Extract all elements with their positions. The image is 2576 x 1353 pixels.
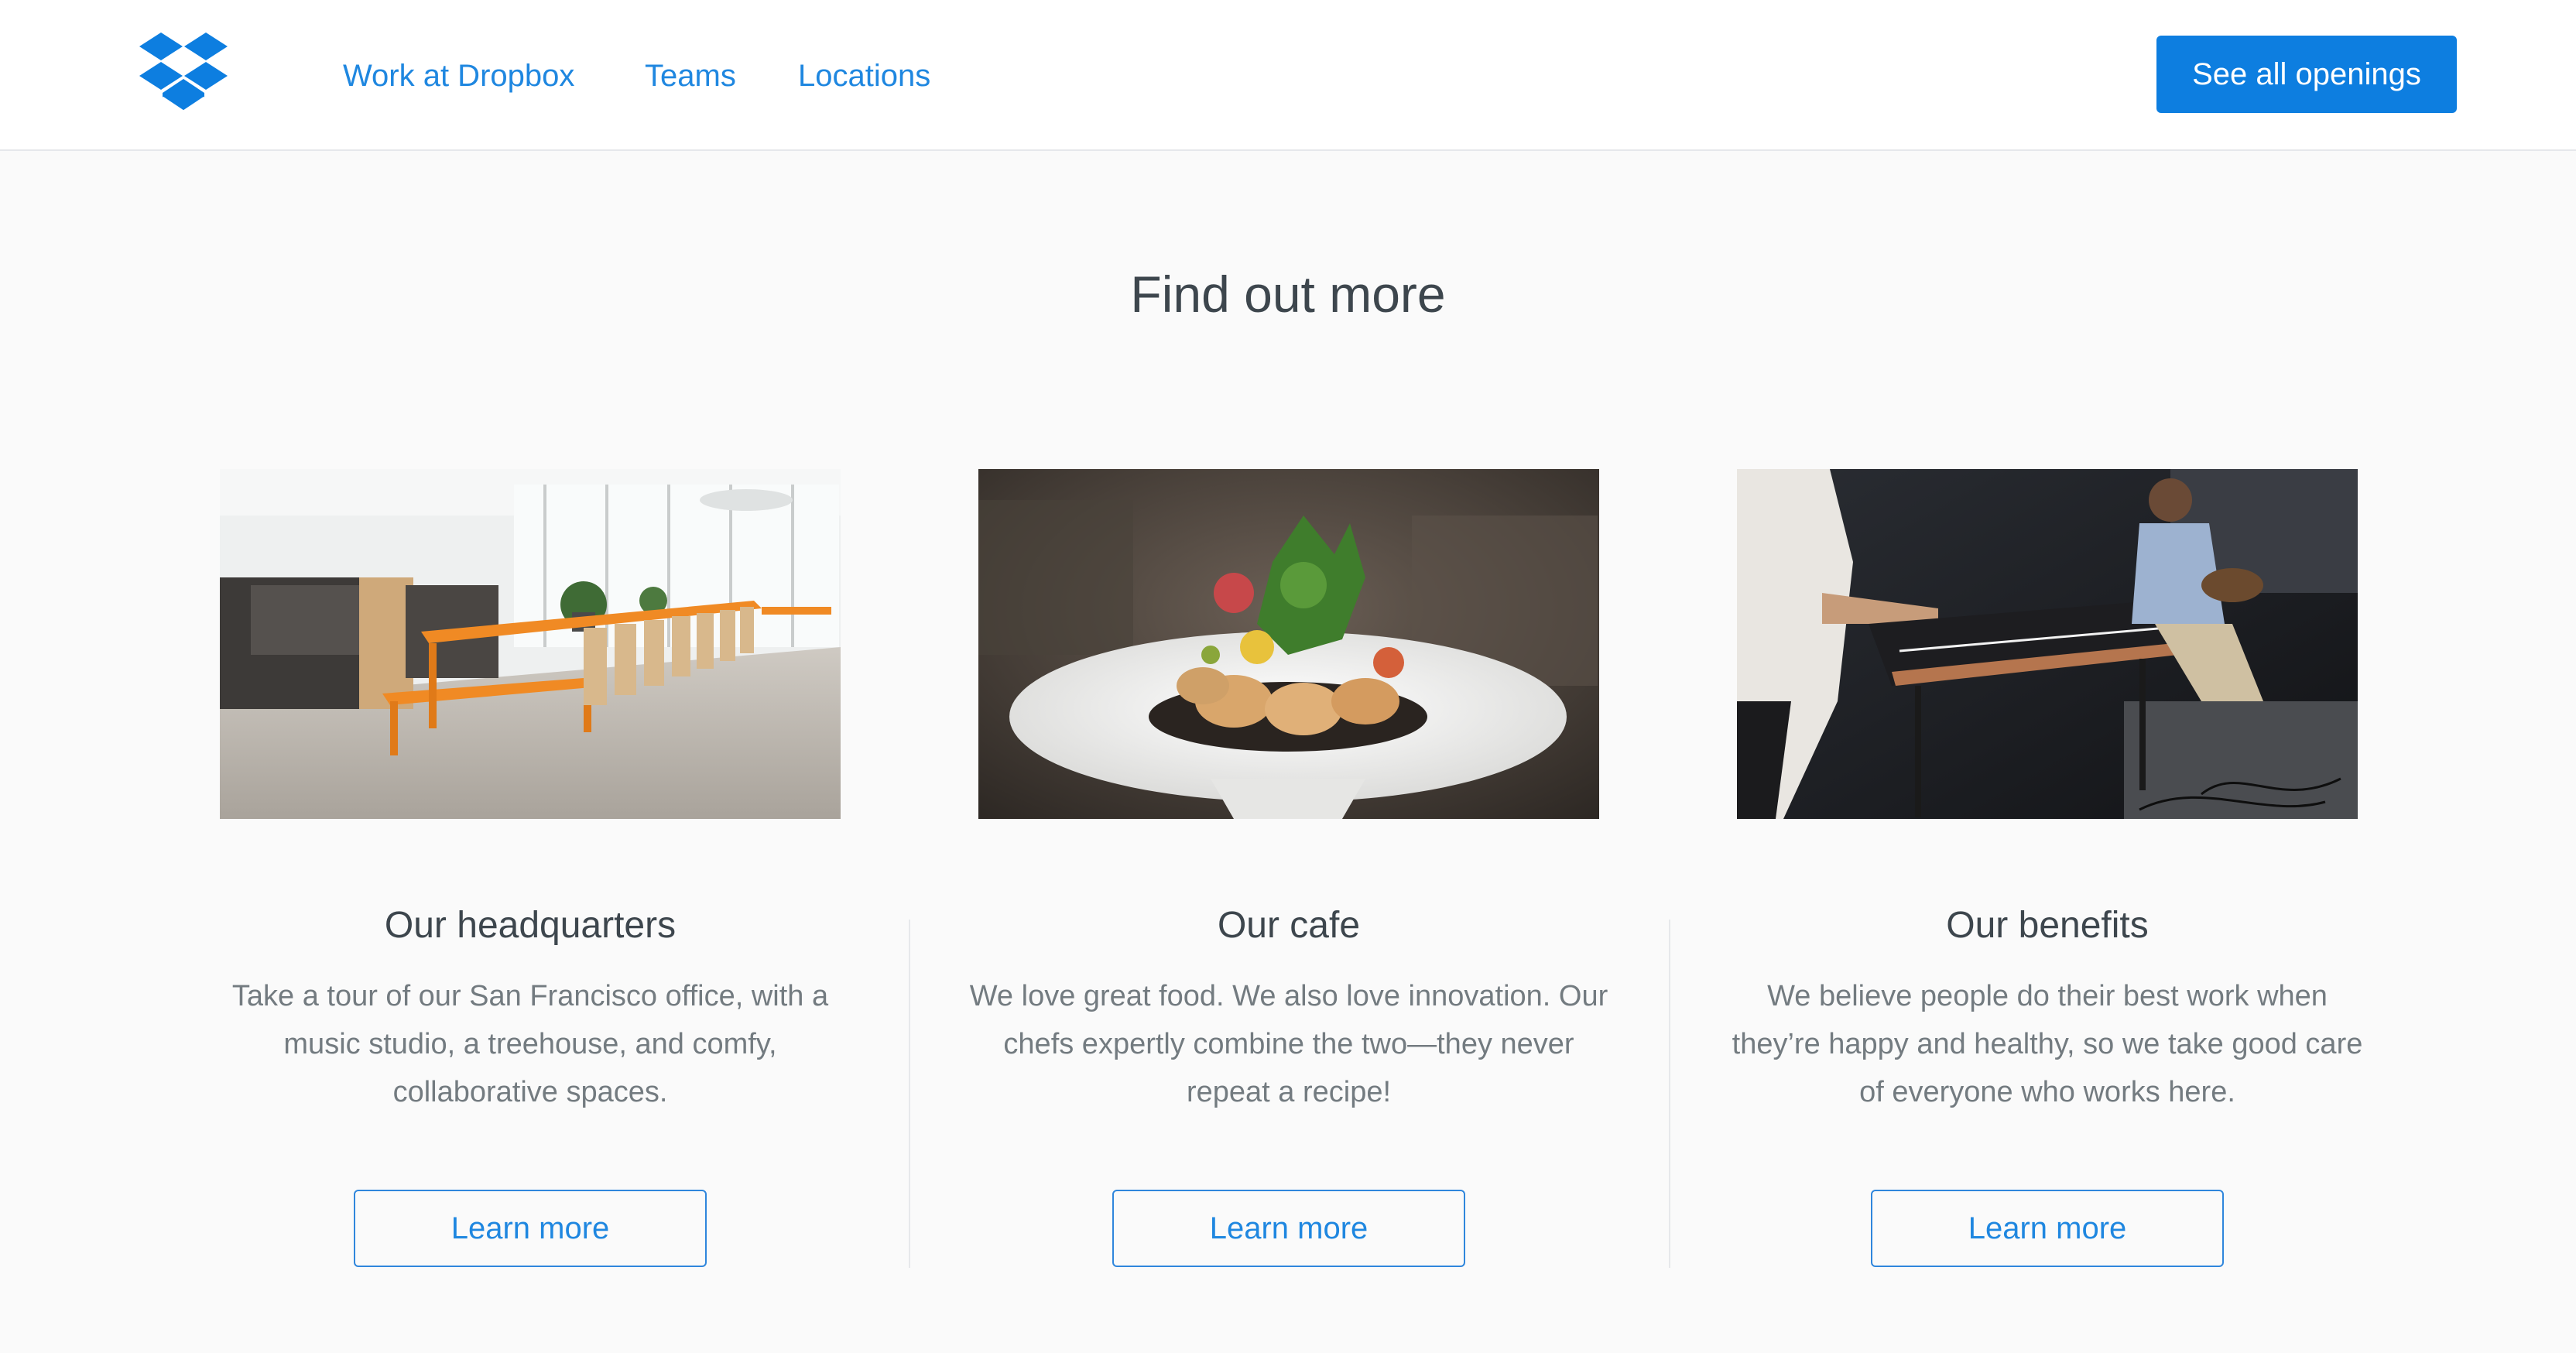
card-cafe: Our cafe We love great food. We also lov… xyxy=(970,469,1608,1267)
site-header: Work at Dropbox Teams Locations See all … xyxy=(0,0,2576,151)
nav-work-at-dropbox[interactable]: Work at Dropbox xyxy=(343,57,574,94)
card-description: We believe people do their best work whe… xyxy=(1732,980,2363,1108)
card-title: Our benefits xyxy=(1946,905,2149,946)
learn-more-button[interactable]: Learn more xyxy=(354,1190,707,1267)
learn-more-button[interactable]: Learn more xyxy=(1871,1190,2224,1267)
see-all-openings-button[interactable]: See all openings xyxy=(2156,36,2457,113)
office-photo xyxy=(220,469,841,819)
dropbox-logo-icon[interactable] xyxy=(138,31,229,118)
card-title: Our cafe xyxy=(1217,905,1361,946)
card-headquarters: Our headquarters Take a tour of our San … xyxy=(220,469,841,1267)
column-divider xyxy=(1669,920,1670,1268)
card-benefits: Our benefits We believe people do their … xyxy=(1732,469,2362,1267)
section-title: Find out more xyxy=(1130,265,1446,323)
music-photo xyxy=(1737,469,2358,819)
card-description: We love great food. We also love innovat… xyxy=(969,980,1608,1108)
nav-teams[interactable]: Teams xyxy=(645,57,736,94)
column-divider xyxy=(909,920,910,1268)
card-description: Take a tour of our San Francisco office,… xyxy=(231,980,829,1108)
card-title: Our headquarters xyxy=(384,905,677,946)
learn-more-button[interactable]: Learn more xyxy=(1112,1190,1465,1267)
nav-locations[interactable]: Locations xyxy=(798,57,930,94)
food-photo xyxy=(978,469,1599,819)
